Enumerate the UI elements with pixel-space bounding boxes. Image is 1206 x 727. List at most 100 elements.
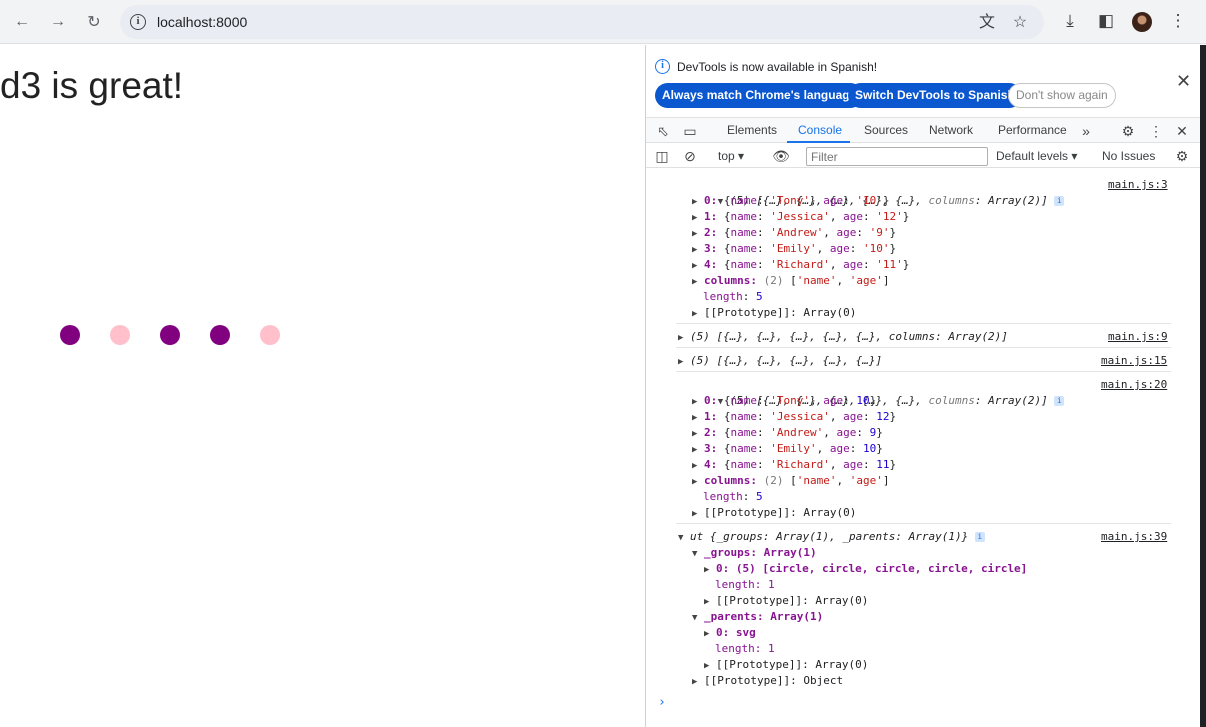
log4-header-post: : Array(2)] bbox=[974, 394, 1048, 407]
clear-console-icon[interactable]: ⊘ bbox=[681, 147, 699, 165]
log-entry[interactable]: ▼ (5) [{…}, {…}, {…}, {…}, {…}, columns:… bbox=[678, 177, 1065, 207]
reload-icon[interactable]: ↻ bbox=[83, 11, 105, 33]
row-index: 3 bbox=[704, 442, 711, 455]
prototype-row[interactable]: ▶ [[Prototype]]: Array(0) bbox=[692, 505, 856, 521]
always-match-button[interactable]: Always match Chrome's language bbox=[655, 83, 864, 108]
prototype-text: [[Prototype]]: Array(0) bbox=[716, 594, 869, 607]
window-edge bbox=[1200, 45, 1206, 727]
back-icon[interactable]: ← bbox=[11, 11, 33, 33]
source-link[interactable]: main.js:15 bbox=[1101, 353, 1167, 369]
groups-text: _groups: Array(1) bbox=[704, 546, 817, 559]
object-row[interactable]: ▶ 3: {name: 'Emily', age: 10} bbox=[692, 441, 883, 457]
console-settings-icon[interactable]: ⚙ bbox=[1173, 147, 1191, 165]
groups-item-row[interactable]: ▶ 0: (5) [circle, circle, circle, circle… bbox=[704, 561, 1027, 577]
length-value: 5 bbox=[756, 290, 763, 303]
close-devtools-icon[interactable]: ✕ bbox=[1173, 122, 1191, 140]
object-row[interactable]: ▶ 1: {name: 'Jessica', age: '12'} bbox=[692, 209, 909, 225]
site-info-icon[interactable]: i bbox=[130, 14, 146, 30]
columns-row[interactable]: ▶ columns: (2) ['name', 'age'] bbox=[692, 273, 890, 289]
filter-input[interactable] bbox=[806, 147, 988, 166]
tab-sources[interactable]: Sources bbox=[864, 123, 908, 137]
row-name: 'Jessica' bbox=[770, 210, 830, 223]
object-row[interactable]: ▶ 2: {name: 'Andrew', age: '9'} bbox=[692, 225, 896, 241]
levels-dropdown[interactable]: Default levels ▾ bbox=[996, 149, 1077, 163]
more-tabs-icon[interactable]: » bbox=[1077, 122, 1095, 140]
row-age: 11 bbox=[876, 458, 890, 471]
log-entry[interactable]: ▼ ut {_groups: Array(1), _parents: Array… bbox=[678, 529, 985, 545]
console-prompt[interactable]: › bbox=[658, 695, 666, 710]
length-row: length: 1 bbox=[715, 577, 775, 593]
object-row[interactable]: ▶ 0: {name: 'Tony', age: 10} bbox=[692, 393, 876, 409]
object-row[interactable]: ▶ 1: {name: 'Jessica', age: 12} bbox=[692, 409, 896, 425]
row-index: 2 bbox=[704, 426, 711, 439]
columns-label: columns bbox=[704, 474, 751, 487]
sidepanel-icon[interactable]: ◧ bbox=[1096, 11, 1116, 31]
forward-icon[interactable]: → bbox=[47, 11, 69, 33]
avatar[interactable] bbox=[1132, 12, 1152, 32]
log-entry[interactable]: ▼ (5) [{…}, {…}, {…}, {…}, {…}, columns:… bbox=[678, 377, 1065, 407]
context-label: top bbox=[718, 149, 735, 163]
more-options-icon[interactable]: ⋮ bbox=[1147, 122, 1165, 140]
inspect-icon[interactable]: ⬁ bbox=[654, 122, 672, 140]
prototype-row[interactable]: ▶ [[Prototype]]: Array(0) bbox=[692, 305, 856, 321]
active-tab-indicator bbox=[787, 141, 850, 143]
context-selector[interactable]: top ▾ bbox=[718, 149, 744, 163]
separator bbox=[676, 347, 1171, 348]
dont-show-button[interactable]: Don't show again bbox=[1008, 83, 1116, 108]
length-label: length bbox=[703, 490, 743, 503]
object-row[interactable]: ▶ 0: {name: 'Tony', age: '10'} bbox=[692, 193, 890, 209]
object-row[interactable]: ▶ 2: {name: 'Andrew', age: 9} bbox=[692, 425, 883, 441]
row-age: 10 bbox=[856, 394, 870, 407]
separator bbox=[676, 523, 1171, 524]
groups-row[interactable]: ▼ _groups: Array(1) bbox=[692, 545, 817, 561]
address-bar[interactable]: i localhost:8000 文 ☆ bbox=[120, 5, 1044, 39]
tab-performance[interactable]: Performance bbox=[998, 123, 1067, 137]
translate-icon[interactable]: 文 bbox=[978, 14, 996, 32]
source-link[interactable]: main.js:3 bbox=[1108, 177, 1168, 193]
parents-item-row[interactable]: ▶ 0: svg bbox=[704, 625, 756, 641]
source-link[interactable]: main.js:20 bbox=[1101, 377, 1167, 393]
settings-icon[interactable]: ⚙ bbox=[1119, 122, 1137, 140]
prototype-row[interactable]: ▶ [[Prototype]]: Array(0) bbox=[704, 593, 868, 609]
console-filterbar: ◫ ⊘ top ▾ 👁 Default levels ▾ No Issues ⚙ bbox=[646, 144, 1201, 168]
length-label: length bbox=[703, 290, 743, 303]
row-name: 'Jessica' bbox=[770, 410, 830, 423]
source-link[interactable]: main.js:9 bbox=[1108, 329, 1168, 345]
eye-icon[interactable]: 👁 bbox=[772, 147, 790, 165]
tab-network[interactable]: Network bbox=[929, 123, 973, 137]
tab-console[interactable]: Console bbox=[798, 123, 842, 137]
issues-label[interactable]: No Issues bbox=[1102, 149, 1155, 163]
object-row[interactable]: ▶ 4: {name: 'Richard', age: '11'} bbox=[692, 257, 909, 273]
log-entry[interactable]: ▶ (5) [{…}, {…}, {…}, {…}, {…}, columns:… bbox=[678, 329, 1008, 345]
row-name: 'Richard' bbox=[770, 458, 830, 471]
object-row[interactable]: ▶ 4: {name: 'Richard', age: 11} bbox=[692, 457, 896, 473]
source-link[interactable]: main.js:39 bbox=[1101, 529, 1167, 545]
download-icon[interactable]: ⤓ bbox=[1060, 11, 1080, 31]
row-name: 'Tony' bbox=[770, 194, 811, 207]
star-icon[interactable]: ☆ bbox=[1011, 14, 1029, 32]
prototype-row[interactable]: ▶ [[Prototype]]: Array(0) bbox=[704, 657, 868, 673]
tab-elements[interactable]: Elements bbox=[727, 123, 777, 137]
separator bbox=[676, 323, 1171, 324]
parents-row[interactable]: ▼ _parents: Array(1) bbox=[692, 609, 823, 625]
switch-spanish-button[interactable]: Switch DevTools to Spanish bbox=[848, 83, 1022, 108]
url-text[interactable]: localhost:8000 bbox=[157, 14, 247, 30]
row-name: 'Richard' bbox=[770, 258, 830, 271]
log1-header-key: columns bbox=[928, 194, 975, 207]
sidebar-toggle-icon[interactable]: ◫ bbox=[653, 147, 671, 165]
device-toolbar-icon[interactable]: ▭ bbox=[681, 122, 699, 140]
browser-toolbar: ← → ↻ i localhost:8000 文 ☆ ⤓ ◧ ⋮ bbox=[0, 0, 1206, 44]
row-name: 'Andrew' bbox=[770, 226, 824, 239]
prototype-row[interactable]: ▶ [[Prototype]]: Object bbox=[692, 673, 843, 689]
levels-label: Default levels bbox=[996, 149, 1069, 163]
parents-text: _parents: Array(1) bbox=[704, 610, 824, 623]
data-circle bbox=[110, 325, 130, 345]
log-entry[interactable]: ▶ (5) [{…}, {…}, {…}, {…}, {…}] bbox=[678, 353, 882, 369]
length-row: length: 1 bbox=[715, 641, 775, 657]
menu-icon[interactable]: ⋮ bbox=[1168, 11, 1188, 31]
columns-row[interactable]: ▶ columns: (2) ['name', 'age'] bbox=[692, 473, 890, 489]
object-row[interactable]: ▶ 3: {name: 'Emily', age: '10'} bbox=[692, 241, 896, 257]
row-age: '10' bbox=[856, 194, 883, 207]
log3-text: (5) [{…}, {…}, {…}, {…}, {…}] bbox=[690, 354, 883, 367]
close-icon[interactable]: ✕ bbox=[1176, 71, 1191, 92]
